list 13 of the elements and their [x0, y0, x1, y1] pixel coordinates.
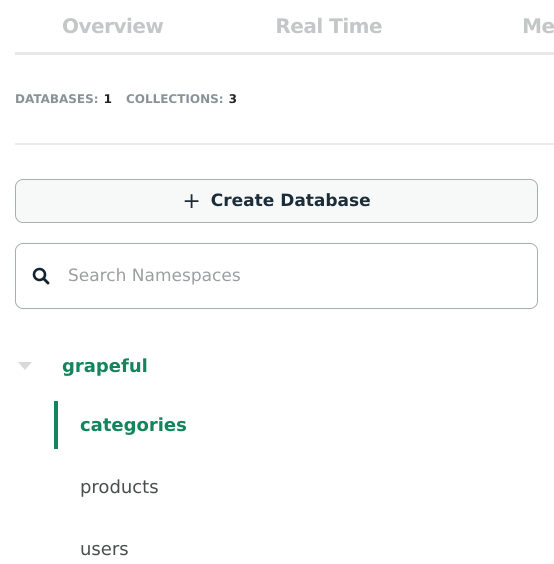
collection-item[interactable]: products [80, 476, 159, 498]
search-input[interactable]: Search Namespaces [66, 265, 521, 287]
database-item[interactable]: grapeful [62, 356, 148, 376]
stat-label: COLLECTIONS: [126, 92, 224, 106]
search-icon [32, 267, 50, 285]
collection-item[interactable]: categories [80, 414, 187, 436]
stat-value: 1 [104, 92, 112, 106]
collection-item[interactable]: users [80, 538, 129, 560]
stat-label: DATABASES: [15, 92, 99, 106]
caret-icon[interactable] [18, 361, 32, 371]
stat-value: 3 [228, 92, 237, 106]
create-database-button[interactable]: + Create Database [15, 179, 538, 223]
search-field[interactable]: Search Namespaces [15, 243, 538, 309]
